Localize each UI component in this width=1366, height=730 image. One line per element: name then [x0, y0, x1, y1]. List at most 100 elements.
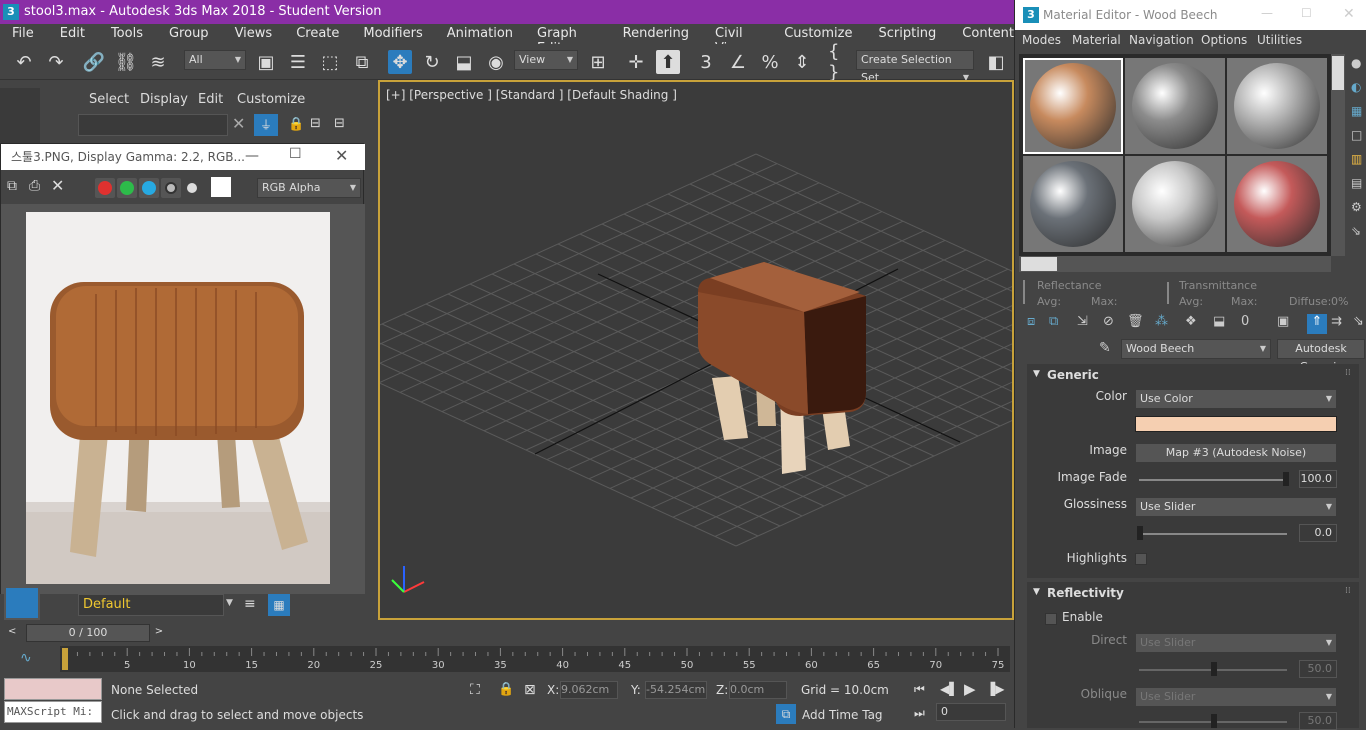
- uv-tiling-icon[interactable]: □: [1351, 128, 1366, 146]
- minimize-icon[interactable]: —: [245, 148, 259, 164]
- red-channel-button[interactable]: [95, 178, 115, 198]
- med-minimize-icon[interactable]: —: [1261, 6, 1273, 20]
- reflectivity-header[interactable]: Reflectivity: [1047, 586, 1124, 600]
- show-end-result-icon[interactable]: ▣: [1277, 314, 1289, 329]
- layer-explorer-icon[interactable]: ▦: [268, 594, 290, 616]
- copy-icon[interactable]: ⧉: [7, 178, 17, 194]
- prev-frame-icon[interactable]: ◀▌: [940, 682, 958, 696]
- timeline-track[interactable]: 051015202530354045505560657075: [60, 646, 1010, 672]
- menu-group[interactable]: Group: [169, 24, 209, 44]
- image-map-button[interactable]: Map #3 (Autodesk Noise): [1135, 443, 1337, 463]
- y-coord-field[interactable]: -54.254cm: [645, 681, 707, 699]
- close-icon[interactable]: ✕: [335, 146, 348, 165]
- hierarchy-icon[interactable]: ⊟: [310, 116, 321, 131]
- select-object-icon[interactable]: ▣: [254, 50, 278, 74]
- time-tag-icon[interactable]: ⧉: [776, 704, 796, 724]
- background-icon[interactable]: ▦: [1351, 104, 1366, 122]
- make-unique-icon[interactable]: ⁂: [1155, 314, 1168, 329]
- percent-snap-icon[interactable]: %: [758, 50, 782, 74]
- get-material-icon[interactable]: ⧈: [1027, 314, 1035, 329]
- layer-dropdown-icon[interactable]: ▼: [226, 598, 233, 608]
- perspective-viewport[interactable]: [+] [Perspective ] [Standard ] [Default …: [378, 80, 1014, 620]
- menu-civil-view[interactable]: Civil View: [715, 24, 758, 56]
- viewport-layout-icon[interactable]: [4, 586, 40, 620]
- assign-to-selection-icon[interactable]: ⇲: [1077, 314, 1088, 329]
- curve-editor-icon[interactable]: ∿: [20, 650, 32, 666]
- alpha-channel-icon[interactable]: [187, 183, 197, 193]
- mono-channel-button[interactable]: [161, 178, 181, 198]
- z-coord-field[interactable]: 0.0cm: [729, 681, 787, 699]
- keyboard-shortcut-icon[interactable]: ⬆: [656, 50, 680, 74]
- channel-dropdown[interactable]: RGB Alpha: [257, 178, 361, 198]
- maxscript-listener[interactable]: [4, 678, 102, 700]
- time-cursor[interactable]: [62, 648, 68, 670]
- snaps-toggle-icon[interactable]: 3: [694, 50, 718, 74]
- time-slider[interactable]: 0 / 100: [26, 624, 150, 642]
- med-menu-options[interactable]: Options: [1201, 33, 1247, 47]
- maxscript-input[interactable]: MAXScript Mi:: [4, 701, 102, 723]
- direct-mode-dropdown[interactable]: Use Slider: [1135, 633, 1337, 653]
- put-to-scene-icon[interactable]: ⧉: [1049, 314, 1058, 329]
- color-swatch[interactable]: [1135, 416, 1337, 432]
- go-forward-sibling-icon[interactable]: ⇉: [1331, 314, 1342, 329]
- make-preview-icon[interactable]: ▤: [1351, 176, 1366, 194]
- oblique-handle[interactable]: [1211, 714, 1217, 728]
- sample-slot-3[interactable]: [1227, 58, 1327, 154]
- lock-icon[interactable]: 🔒: [288, 117, 304, 132]
- x-coord-field[interactable]: 9.062cm: [560, 681, 618, 699]
- go-to-parent-icon[interactable]: ⇑: [1307, 314, 1327, 334]
- layer-name-field[interactable]: Default: [78, 594, 224, 616]
- selection-lock-icon[interactable]: 🔒: [498, 682, 514, 697]
- clear-icon[interactable]: ✕: [51, 176, 64, 195]
- generic-header[interactable]: Generic: [1047, 368, 1099, 382]
- material-type-button[interactable]: Autodesk Generic: [1277, 339, 1365, 373]
- direct-value[interactable]: 50.0: [1299, 660, 1337, 678]
- med-maximize-icon[interactable]: ☐: [1301, 6, 1312, 20]
- pivot-center-icon[interactable]: ⊞: [586, 50, 610, 74]
- menu-graph-editors[interactable]: Graph Editors: [537, 24, 599, 56]
- menu-edit[interactable]: Edit: [60, 24, 85, 44]
- slots-horizontal-scrollbar[interactable]: [1019, 256, 1331, 272]
- options-icon[interactable]: ⚙: [1351, 200, 1366, 218]
- key-mode-icon[interactable]: ⏭: [914, 706, 925, 721]
- oblique-mode-dropdown[interactable]: Use Slider: [1135, 687, 1337, 707]
- show-map-icon[interactable]: 0: [1241, 314, 1249, 329]
- explorer-tab-select[interactable]: Select: [89, 92, 129, 107]
- edit-named-selection-icon[interactable]: { }: [828, 41, 852, 83]
- video-color-check-icon[interactable]: ▥: [1351, 152, 1366, 170]
- menu-rendering[interactable]: Rendering: [623, 24, 689, 44]
- angle-snap-icon[interactable]: ∠: [726, 50, 750, 74]
- clear-search-icon[interactable]: ✕: [232, 114, 245, 133]
- maximize-icon[interactable]: ☐: [289, 146, 302, 162]
- window-crossing-icon[interactable]: ⧉: [350, 50, 374, 74]
- next-frame-icon[interactable]: ▐▶: [986, 682, 1004, 696]
- menu-content[interactable]: Content: [962, 24, 1014, 44]
- material-name-dropdown[interactable]: Wood Beech: [1121, 339, 1271, 359]
- undo-icon[interactable]: ↶: [12, 50, 36, 74]
- print-icon[interactable]: ⎙: [29, 178, 40, 194]
- mirror-icon[interactable]: ◧: [984, 50, 1008, 74]
- blue-channel-button[interactable]: [139, 178, 159, 198]
- select-scale-icon[interactable]: ⬓: [452, 50, 476, 74]
- absolute-mode-icon[interactable]: ⊠: [524, 682, 536, 698]
- selection-filter-dropdown[interactable]: All: [184, 50, 246, 70]
- explorer-tab-edit[interactable]: Edit: [198, 92, 223, 107]
- background-color-swatch[interactable]: [211, 177, 231, 197]
- isolate-selection-icon[interactable]: ⛶: [470, 682, 480, 698]
- delete-icon[interactable]: 🗑: [1127, 314, 1144, 329]
- redo-icon[interactable]: ↷: [44, 50, 68, 74]
- sample-slot-1[interactable]: [1023, 58, 1123, 154]
- material-id-icon[interactable]: ⬓: [1213, 314, 1225, 329]
- select-manipulate-icon[interactable]: ✛: [624, 50, 648, 74]
- select-by-material-toolbar-icon[interactable]: ⇘: [1353, 314, 1364, 329]
- select-rotate-icon[interactable]: ↻: [420, 50, 444, 74]
- sample-slot-6[interactable]: [1227, 156, 1327, 252]
- spinner-snap-icon[interactable]: ⇕: [790, 50, 814, 74]
- menu-animation[interactable]: Animation: [447, 24, 513, 44]
- current-frame-field[interactable]: 0: [936, 703, 1006, 721]
- menu-create[interactable]: Create: [296, 24, 339, 44]
- med-close-icon[interactable]: ✕: [1343, 6, 1355, 22]
- go-to-start-icon[interactable]: ⏮: [914, 682, 925, 697]
- color-mode-dropdown[interactable]: Use Color: [1135, 389, 1337, 409]
- menu-scripting[interactable]: Scripting: [878, 24, 936, 44]
